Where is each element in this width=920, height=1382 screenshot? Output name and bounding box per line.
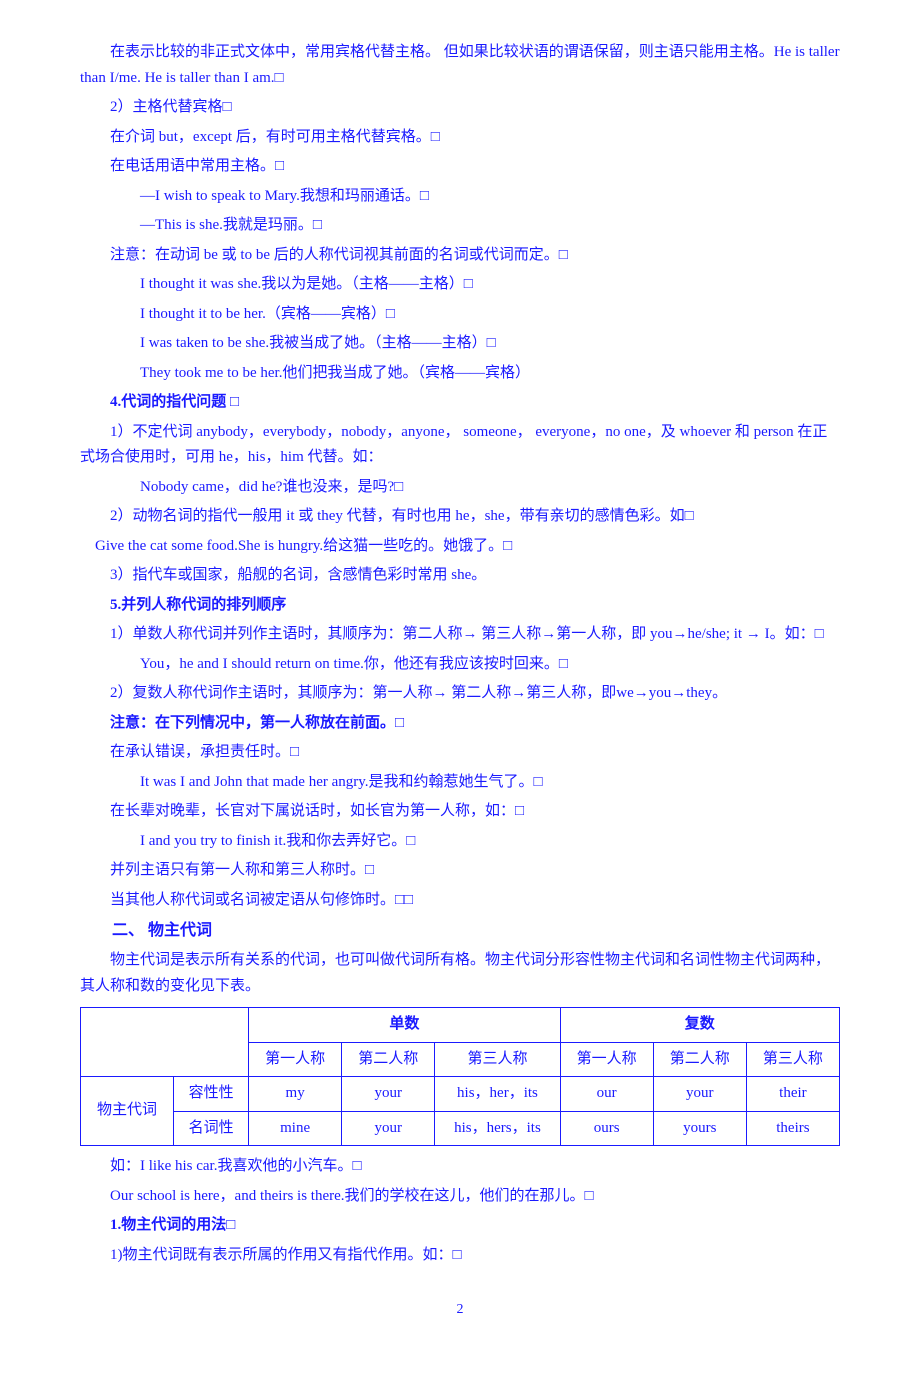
note2-a: 在承认错误，承担责任时。□ bbox=[80, 740, 840, 766]
intro-comparison: 在表示比较的非正式文体中，常用宾格代替主格。 但如果比较状语的谓语保留，则主语只… bbox=[80, 40, 840, 91]
note2-a-example: It was I and John that made her angry.是我… bbox=[80, 770, 840, 796]
table-cell-your-s: your bbox=[342, 1077, 435, 1112]
table-sub-third-plural: 第三人称 bbox=[746, 1042, 839, 1077]
table-cell-my: my bbox=[249, 1077, 342, 1112]
table-cell-ours: ours bbox=[560, 1111, 653, 1146]
point4-2-example: Give the cat some food.She is hungry.给这猫… bbox=[95, 538, 512, 554]
point2-title: 2）主格代替宾格□ bbox=[80, 95, 840, 121]
table-plural-header: 复数 bbox=[560, 1008, 839, 1043]
table-row-noun: 名词性 mine your his，hers，its ours yours th… bbox=[81, 1111, 840, 1146]
example6: They took me to be her.他们把我当成了她。（宾格——宾格） bbox=[80, 361, 840, 387]
note2-c: 并列主语只有第一人称和第三人称时。□ bbox=[80, 858, 840, 884]
table-cell-their: their bbox=[746, 1077, 839, 1112]
example5: I was taken to be she.我被当成了她。（主格——主格）□ bbox=[80, 331, 840, 357]
table-cell-theirs: theirs bbox=[746, 1111, 839, 1146]
point2-b: 在电话用语中常用主格。□ bbox=[80, 154, 840, 180]
point2-a: 在介词 but，except 后，有时可用主格代替宾格。□ bbox=[80, 125, 840, 151]
table-singular-header: 单数 bbox=[249, 1008, 561, 1043]
point4-2: 2）动物名词的指代一般用 it 或 they 代替，有时也用 he，she，带有… bbox=[80, 504, 840, 530]
table-row-label-noun: 名词性 bbox=[174, 1111, 249, 1146]
example3: I thought it was she.我以为是她。（主格——主格）□ bbox=[80, 272, 840, 298]
table-sub-second-plural: 第二人称 bbox=[653, 1042, 746, 1077]
section2-intro: 物主代词是表示所有关系的代词，也可叫做代词所有格。物主代词分形容性物主代词和名词… bbox=[80, 948, 840, 999]
point4-2-indent bbox=[80, 538, 95, 554]
section2-title: 二、 物主代词 bbox=[80, 917, 840, 944]
table-row-label-adj: 容性性 bbox=[174, 1077, 249, 1112]
table-example1: 如：I like his car.我喜欢他的小汽车。□ bbox=[80, 1154, 840, 1180]
table-cell-your-p: your bbox=[653, 1077, 746, 1112]
example4: I thought it to be her.（宾格——宾格）□ bbox=[80, 302, 840, 328]
table-header-row1: 单数 复数 bbox=[81, 1008, 840, 1043]
usage-1: 1)物主代词既有表示所属的作用又有指代作用。如：□ bbox=[80, 1243, 840, 1269]
table-sub-second-singular: 第二人称 bbox=[342, 1042, 435, 1077]
table-cell-your-noun-s: your bbox=[342, 1111, 435, 1146]
point5-1-example: You，he and I should return on time.你，他还有… bbox=[80, 652, 840, 678]
table-row-adjective: 物主代词 容性性 my your his，her，its our your th… bbox=[81, 1077, 840, 1112]
note2-b: 在长辈对晚辈，长官对下属说话时，如长官为第一人称，如：□ bbox=[80, 799, 840, 825]
usage-title: 1.物主代词的用法□ bbox=[80, 1213, 840, 1239]
table-example2: Our school is here，and theirs is there.我… bbox=[80, 1184, 840, 1210]
example1: —I wish to speak to Mary.我想和玛丽通话。□ bbox=[80, 184, 840, 210]
page: 在表示比较的非正式文体中，常用宾格代替主格。 但如果比较状语的谓语保留，则主语只… bbox=[0, 0, 920, 1382]
pronoun-table: 单数 复数 第一人称 第二人称 第三人称 第一人称 第二人称 第三人称 物主代词… bbox=[80, 1007, 840, 1146]
point4-2-example-wrapper: Give the cat some food.She is hungry.给这猫… bbox=[80, 534, 840, 560]
point4-3: 3）指代车或国家，船舰的名词，含感情色彩时常用 she。 bbox=[80, 563, 840, 589]
point4-1: 1）不定代词 anybody，everybody，nobody，anyone， … bbox=[80, 420, 840, 471]
table-cell-his-her-its: his，her，its bbox=[435, 1077, 560, 1112]
point5-title: 5.并列人称代词的排列顺序 bbox=[80, 593, 840, 619]
example2: —This is she.我就是玛丽。□ bbox=[80, 213, 840, 239]
table-cell-our: our bbox=[560, 1077, 653, 1112]
table-sub-third-singular: 第三人称 bbox=[435, 1042, 560, 1077]
table-sub-first-singular: 第一人称 bbox=[249, 1042, 342, 1077]
note2-b-example: I and you try to finish it.我和你去弄好它。□ bbox=[80, 829, 840, 855]
point5-2: 2）复数人称代词作主语时，其顺序为：第一人称→ 第二人称→第三人称，即we→yo… bbox=[80, 681, 840, 707]
table-empty-cell bbox=[81, 1008, 249, 1077]
point5-1: 1）单数人称代词并列作主语时，其顺序为：第二人称→ 第三人称→第一人称，即 yo… bbox=[80, 622, 840, 648]
point4-title: 4.代词的指代问题 □ bbox=[80, 390, 840, 416]
table-cell-his-hers-its: his，hers，its bbox=[435, 1111, 560, 1146]
note2-title: 注意：在下列情况中，第一人称放在前面。□ bbox=[80, 711, 840, 737]
note2-d: 当其他人称代词或名词被定语从句修饰时。□□ bbox=[80, 888, 840, 914]
table-sub-first-plural: 第一人称 bbox=[560, 1042, 653, 1077]
table-cell-mine: mine bbox=[249, 1111, 342, 1146]
note1: 注意：在动词 be 或 to be 后的人称代词视其前面的名词或代词而定。□ bbox=[80, 243, 840, 269]
point4-1-example: Nobody came，did he?谁也没来，是吗?□ bbox=[80, 475, 840, 501]
table-row-label-wuzhu: 物主代词 bbox=[81, 1077, 174, 1146]
table-cell-yours: yours bbox=[653, 1111, 746, 1146]
